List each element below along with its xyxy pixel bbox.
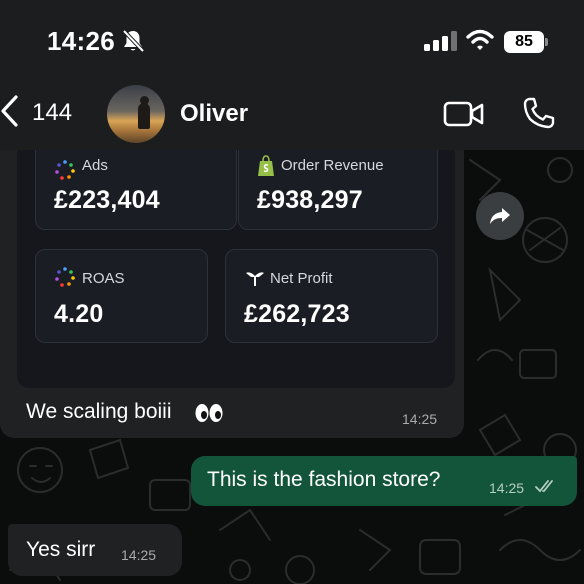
metric-value-order-revenue: £938,297 xyxy=(257,186,363,214)
metric-value-net-profit: £262,723 xyxy=(244,300,350,328)
metric-card-order-revenue: Order Revenue £938,297 xyxy=(238,150,438,230)
unread-count[interactable]: 144 xyxy=(32,99,72,127)
status-time: 14:26 xyxy=(47,26,115,56)
metric-label-ads: Ads xyxy=(82,157,108,174)
meta-dots-icon xyxy=(55,160,75,180)
metric-label-order-revenue: Order Revenue xyxy=(281,157,384,174)
message-text: This is the fashion store? xyxy=(207,468,441,491)
message-text: We scaling boiii xyxy=(26,400,172,423)
metric-card-ads: Ads £223,404 xyxy=(35,150,237,230)
battery-icon: 85 xyxy=(504,31,548,53)
message-time: 14:25 xyxy=(121,547,157,563)
shopify-bag-icon xyxy=(258,155,274,176)
double-tick-icon xyxy=(535,480,553,493)
video-call-icon[interactable] xyxy=(443,99,485,129)
chevron-left-icon[interactable] xyxy=(0,94,22,128)
message-bubble-incoming[interactable]: Yes sirr 14:25 xyxy=(8,524,182,576)
metric-label-roas: ROAS xyxy=(82,270,125,287)
message-bubble-incoming-image[interactable]: Ads £223,404 Order Revenue £938,297 ROAS… xyxy=(0,150,464,438)
metric-value-ads: £223,404 xyxy=(54,186,160,214)
dashboard-screenshot[interactable]: Ads £223,404 Order Revenue £938,297 ROAS… xyxy=(17,150,455,388)
metric-card-roas: ROAS 4.20 xyxy=(35,249,208,343)
battery-tip xyxy=(545,38,548,46)
contact-name[interactable]: Oliver xyxy=(180,100,248,128)
triple-whale-icon xyxy=(246,272,264,286)
message-time: 14:25 xyxy=(402,411,438,427)
chat-header: 144 Oliver xyxy=(0,80,584,150)
forward-icon xyxy=(490,208,510,224)
bell-slash-icon xyxy=(122,29,145,53)
metric-card-net-profit: Net Profit £262,723 xyxy=(225,249,438,343)
status-bar: 14:26 85 xyxy=(0,0,584,80)
wifi-icon xyxy=(466,29,494,50)
battery-level: 85 xyxy=(504,31,544,53)
signal-icon xyxy=(424,31,457,51)
avatar-figure-body xyxy=(138,103,150,129)
message-bubble-outgoing[interactable]: This is the fashion store? 14:25 xyxy=(191,456,577,506)
metric-label-net-profit: Net Profit xyxy=(270,270,333,287)
eyes-emoji xyxy=(195,404,223,422)
phone-icon[interactable] xyxy=(522,96,556,130)
avatar[interactable] xyxy=(107,85,165,143)
message-text: Yes sirr xyxy=(26,538,96,561)
message-time: 14:25 xyxy=(489,480,525,496)
meta-dots-icon xyxy=(55,267,75,287)
forward-button[interactable] xyxy=(476,192,524,240)
chat-area[interactable]: Ads £223,404 Order Revenue £938,297 ROAS… xyxy=(0,150,584,584)
metric-value-roas: 4.20 xyxy=(54,300,104,328)
